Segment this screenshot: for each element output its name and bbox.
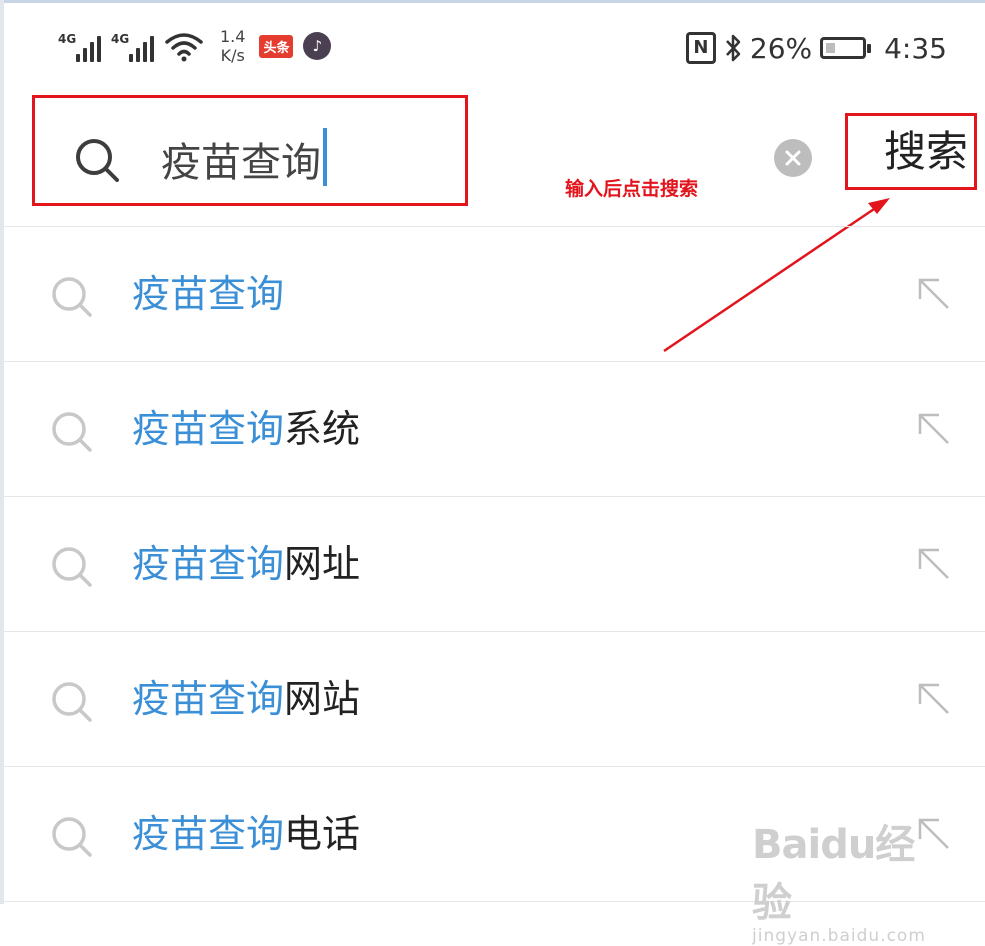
tiktok-icon: ♪ (303, 32, 332, 60)
suggestion-rest: 电话 (284, 812, 361, 856)
suggestion-text: 疫苗查询系统 (132, 406, 360, 452)
text-caret (323, 128, 327, 186)
nfc-icon: N (685, 32, 716, 64)
arrow-up-left-icon[interactable] (917, 277, 951, 311)
arrow-up-left-icon[interactable] (917, 682, 951, 716)
search-query: 疫苗查询 (161, 128, 327, 189)
suggestion-highlight: 疫苗查询 (132, 677, 285, 721)
annotation-text: 输入后点击搜索 (565, 178, 699, 200)
close-icon (785, 150, 801, 166)
list-item[interactable]: 疫苗查询网站 (4, 631, 985, 766)
network-speed: 1.4 K/s (220, 27, 245, 65)
network-type-1: 4G (58, 32, 77, 46)
battery-percent: 26% (749, 31, 813, 65)
battery-icon (820, 37, 872, 59)
watermark-logo: Baidu经验 (752, 822, 915, 926)
suggestion-highlight: 疫苗查询 (132, 272, 285, 316)
search-icon (52, 412, 92, 452)
list-item[interactable]: 疫苗查询 (4, 226, 985, 361)
suggestion-text: 疫苗查询 (132, 271, 284, 317)
status-left: 4G 4G 1.4 K/s 头条 ♪ (58, 26, 332, 66)
wifi-icon (165, 33, 203, 62)
search-icon (52, 547, 92, 587)
suggestion-list: 疫苗查询 疫苗查询系统 疫苗查询网址 疫苗查询网站 疫苗查询电话 (4, 226, 985, 902)
search-input[interactable]: 疫苗查询 (32, 95, 468, 206)
search-button[interactable]: 搜索 (845, 113, 977, 190)
search-icon (52, 817, 92, 857)
search-icon (52, 682, 92, 722)
speed-unit: K/s (220, 46, 245, 65)
arrow-up-left-icon[interactable] (917, 547, 951, 581)
signal-icon: 4G (58, 30, 101, 62)
signal-icon: 4G (111, 30, 154, 62)
suggestion-rest: 网站 (284, 677, 361, 721)
search-icon (76, 139, 119, 182)
bluetooth-icon (725, 34, 741, 62)
watermark-url: jingyan.baidu.com (752, 926, 926, 946)
suggestion-rest: 网址 (284, 542, 361, 586)
suggestion-highlight: 疫苗查询 (132, 542, 285, 586)
arrow-up-left-icon[interactable] (917, 412, 951, 446)
suggestion-highlight: 疫苗查询 (132, 812, 285, 856)
clear-icon[interactable] (774, 139, 812, 177)
list-item[interactable]: 疫苗查询系统 (4, 361, 985, 496)
status-right: N 26% 4:35 (685, 28, 947, 68)
suggestion-highlight: 疫苗查询 (132, 407, 285, 451)
search-query-text: 疫苗查询 (161, 140, 321, 186)
search-icon (52, 277, 92, 317)
baidu-watermark: Baidu经验 jingyan.baidu.com (752, 812, 952, 946)
network-type-2: 4G (111, 32, 130, 46)
list-item[interactable]: 疫苗查询网址 (4, 496, 985, 631)
speed-value: 1.4 (220, 27, 246, 46)
suggestion-text: 疫苗查询电话 (132, 811, 360, 857)
suggestion-rest: 系统 (284, 407, 361, 451)
status-bar: 4G 4G 1.4 K/s 头条 ♪ N 26% 4:35 (0, 0, 985, 95)
suggestion-text: 疫苗查询网站 (132, 676, 360, 722)
clock: 4:35 (884, 31, 947, 65)
toutiao-badge: 头条 (259, 34, 294, 58)
search-bar: 疫苗查询 搜索 (0, 95, 985, 223)
suggestion-text: 疫苗查询网址 (132, 541, 360, 587)
